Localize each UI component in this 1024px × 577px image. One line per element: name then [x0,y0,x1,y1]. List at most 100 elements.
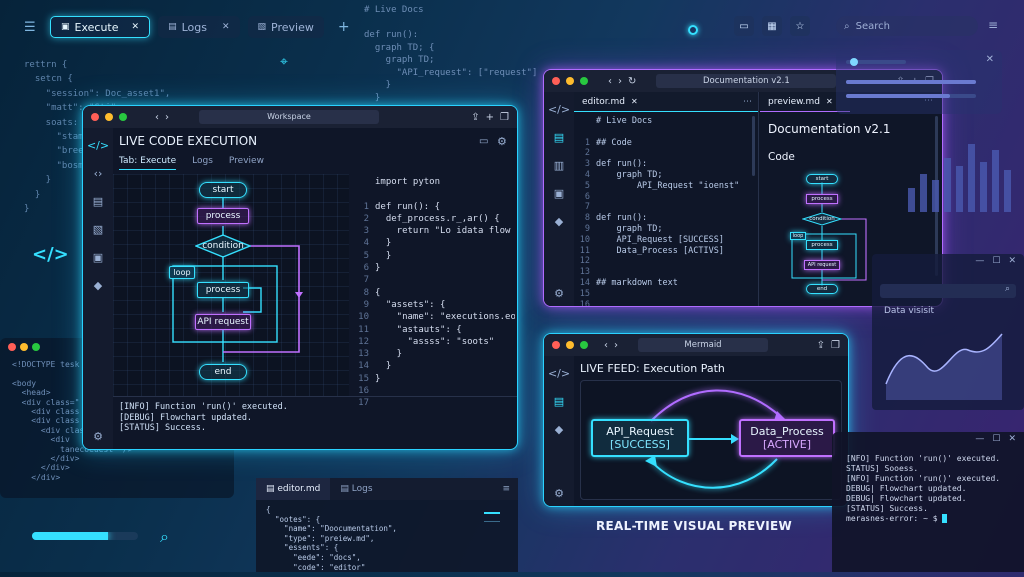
workspace-titlebar: ‹ › Workspace ⇪ + ❐ [83,106,517,128]
bottom-editor-code[interactable]: { "ootes": { "name": "Doocumentation", "… [256,500,518,577]
maximize-icon[interactable]: ☐ [992,434,1000,448]
more-icon[interactable]: ⋯ [743,92,752,112]
flow-node-condition[interactable]: condition [195,234,251,258]
ring-icon [688,25,698,35]
address-bar[interactable]: Mermaid [638,338,768,352]
tab-preview[interactable]: ▧ Preview [247,16,324,38]
tab-label: editor.md [277,484,321,494]
maximize-dot[interactable] [119,113,127,121]
close-icon[interactable]: ✕ [132,22,140,32]
tab-logs[interactable]: Logs [192,156,213,170]
forward-icon[interactable]: › [165,112,169,123]
minimize-dot[interactable] [566,341,574,349]
minimize-dot[interactable] [566,77,574,85]
search-icon[interactable]: ⌕ [160,527,169,547]
grid-icon[interactable]: ▦ [762,16,782,36]
docs-code[interactable]: # Live Docs ## Code def run(): graph TD;… [596,116,752,289]
tab-preview[interactable]: Preview [229,156,264,170]
minimize-icon[interactable]: — [975,256,984,270]
settings-icon[interactable]: ⚙ [91,429,105,443]
close-icon[interactable]: ✕ [631,97,638,106]
add-tab-icon[interactable]: + [338,16,350,38]
close-icon[interactable]: ✕ [826,97,833,106]
tab-editor[interactable]: ▤ editor.md [256,478,331,500]
folder-icon[interactable]: ▭ [734,16,754,36]
flow-node-process-2[interactable]: process [197,282,249,298]
scrollbar[interactable] [752,116,755,176]
close-dot[interactable] [552,341,560,349]
star-icon[interactable]: ☆ [790,16,810,36]
settings-icon[interactable]: ⚙ [552,286,566,300]
filter-icon[interactable]: ≡ [988,18,998,32]
terminal-icon[interactable]: ▣ [552,186,566,200]
tab-execute-label: Execute [74,20,119,34]
git-icon[interactable]: ◆ [552,214,566,228]
gear-icon[interactable]: ⚙ [497,135,507,148]
mermaid-node-api-request[interactable]: API_Request [SUCCESS] [591,419,689,457]
terminal-line: [STATUS] Success. [846,504,928,513]
chevrons-icon[interactable]: ‹› [91,166,105,180]
search-box[interactable]: ⌕ Search [836,16,978,36]
close-icon[interactable]: ✕ [986,54,994,65]
maximize-dot[interactable] [580,77,588,85]
caption: REAL-TIME VISUAL PREVIEW [596,519,793,533]
maximize-dot[interactable] [580,341,588,349]
flow-node-process[interactable]: process [197,208,249,224]
share-icon[interactable]: ⇪ [817,340,825,351]
workspace-code[interactable]: import pyton def run(): { def_process.r_… [375,176,515,385]
minimize-dot[interactable] [105,113,113,121]
maximize-icon[interactable]: ☐ [992,256,1000,270]
file-icon[interactable]: ▤ [552,394,566,408]
forward-icon[interactable]: › [618,76,622,87]
minimize-icon[interactable]: — [975,434,984,448]
address-bar[interactable]: Workspace [199,110,379,124]
copy-icon[interactable]: ❐ [500,112,509,123]
close-icon[interactable]: ✕ [1008,434,1016,448]
menu-icon[interactable]: ☰ [24,20,38,35]
menu-icon[interactable]: ≡ [494,484,518,494]
back-icon[interactable]: ‹ [155,112,159,123]
terminal-icon[interactable]: ▣ [91,250,105,264]
address-bar[interactable]: Documentation v2.1 [656,74,837,88]
document-icon[interactable]: ▥ [552,158,566,172]
close-dot[interactable] [91,113,99,121]
refresh-icon[interactable]: ↻ [628,76,636,87]
tab-logs[interactable]: ▤ Logs ✕ [158,16,240,38]
mermaid-node-data-process[interactable]: Data_Process [ACTIVE] [739,419,835,457]
terminal-icon[interactable]: ▭ [479,136,488,147]
code-icon[interactable]: </> [87,138,109,152]
forward-icon[interactable]: › [614,340,618,351]
cursor [942,514,948,523]
close-icon[interactable]: ✕ [1008,256,1016,270]
close-dot[interactable] [552,77,560,85]
git-icon[interactable]: ◆ [91,278,105,292]
code-icon[interactable]: </> [548,366,570,380]
mini-node-condition: condition [802,212,842,226]
log-line: [INFO] Function 'run()' executed. [119,402,288,412]
add-icon[interactable]: + [486,112,494,123]
copy-icon[interactable]: ❐ [831,340,840,351]
flow-node-start[interactable]: start [199,182,247,198]
tab-logs[interactable]: ▤ Logs [330,484,382,494]
docs-tab-editor[interactable]: editor.md ✕ ⋯ [574,92,758,112]
node-status: [SUCCESS] [610,438,670,451]
share-icon[interactable]: ⇪ [471,112,479,123]
flow-node-api-request[interactable]: API request [195,314,251,330]
image-icon[interactable]: ▧ [91,222,105,236]
tab-execute[interactable]: Tab: Execute [119,156,177,170]
file-icon[interactable]: ▤ [91,194,105,208]
settings-icon[interactable]: ⚙ [552,486,566,500]
close-icon[interactable]: ✕ [222,22,230,32]
file-icon[interactable]: ▤ [552,130,566,144]
terminal-prompt[interactable]: merasnes-error: ~ $ [846,514,1016,524]
back-icon[interactable]: ‹ [608,76,612,87]
preview-subtitle: Code [768,151,795,163]
git-icon[interactable]: ◆ [552,422,566,436]
search-input[interactable]: ⌕ [880,284,1016,298]
slider[interactable] [846,58,906,66]
node-status: [ACTIVE] [762,438,812,451]
back-icon[interactable]: ‹ [604,340,608,351]
flow-node-end[interactable]: end [199,364,247,380]
code-icon[interactable]: </> [548,102,570,116]
tab-execute[interactable]: ▣ Execute ✕ [50,16,151,38]
